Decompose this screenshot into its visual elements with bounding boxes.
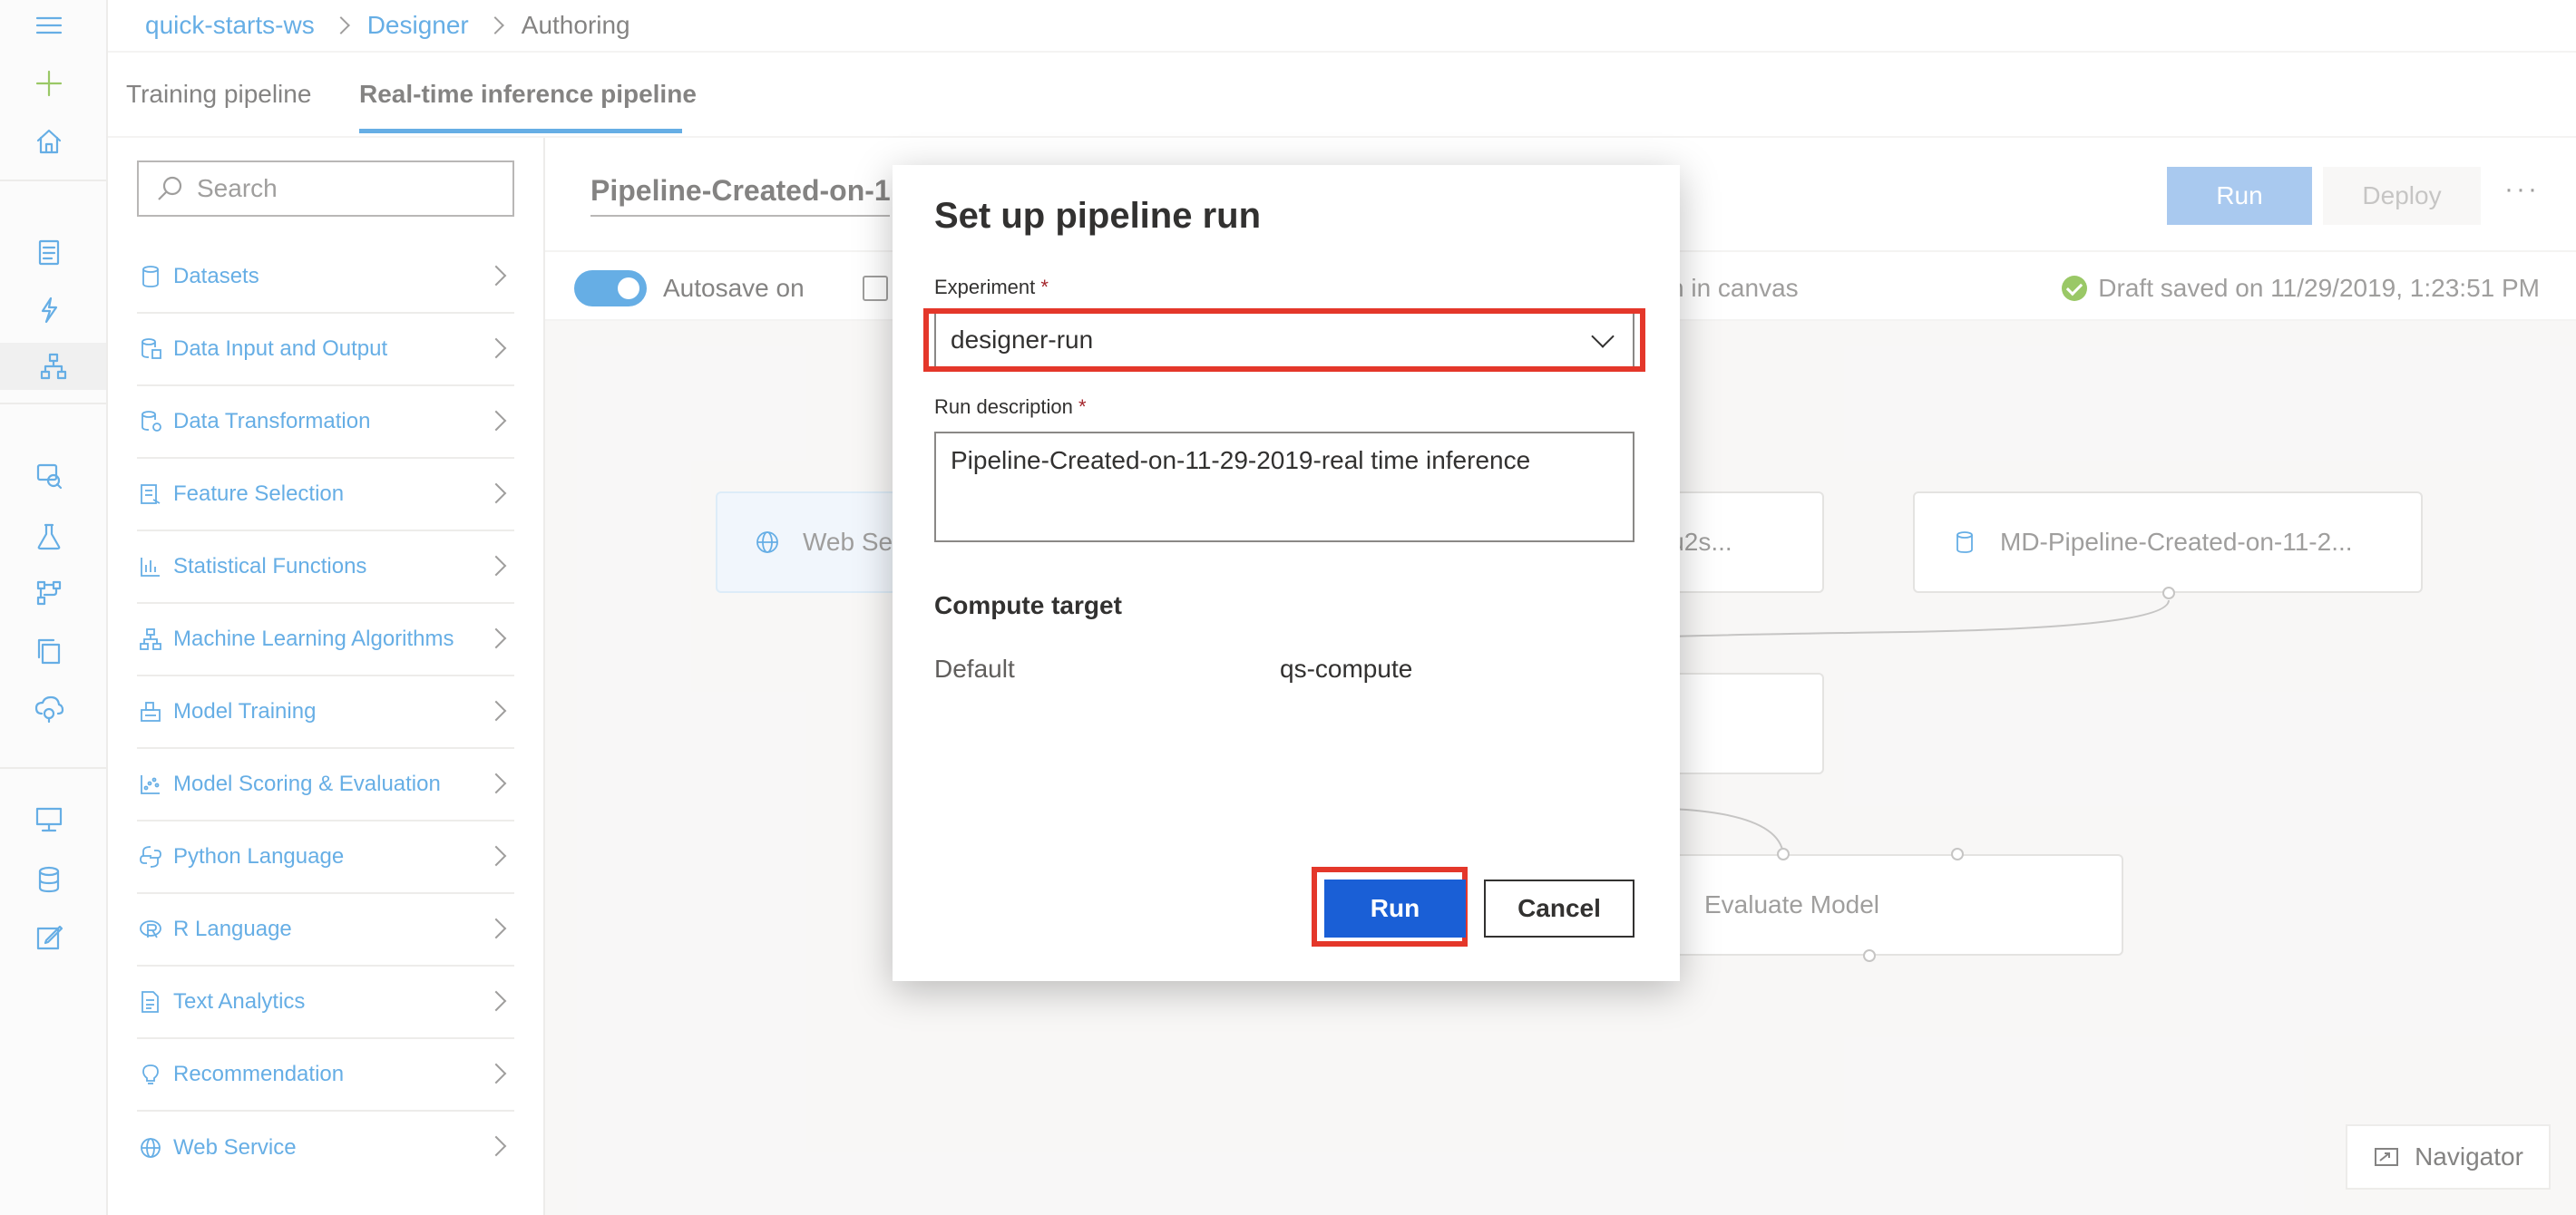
compute-target-value: qs-compute bbox=[1280, 655, 1413, 683]
experiment-highlight-box bbox=[923, 308, 1645, 372]
dialog-run-button[interactable]: Run bbox=[1324, 880, 1466, 938]
experiment-label-text: Experiment bbox=[934, 276, 1036, 298]
required-mark: * bbox=[1040, 276, 1049, 298]
dialog-cancel-button[interactable]: Cancel bbox=[1484, 880, 1634, 938]
run-description-label-text: Run description bbox=[934, 395, 1073, 418]
compute-target-key: Default bbox=[934, 655, 1015, 683]
experiment-label: Experiment * bbox=[934, 276, 1049, 299]
required-mark: * bbox=[1078, 395, 1087, 418]
run-description-label: Run description * bbox=[934, 395, 1087, 419]
run-description-input[interactable]: Pipeline-Created-on-11-29-2019-real time… bbox=[934, 432, 1634, 542]
setup-pipeline-run-dialog: Set up pipeline run Experiment * designe… bbox=[893, 165, 1680, 981]
dialog-title: Set up pipeline run bbox=[934, 196, 1262, 236]
compute-target-heading: Compute target bbox=[934, 591, 1122, 619]
